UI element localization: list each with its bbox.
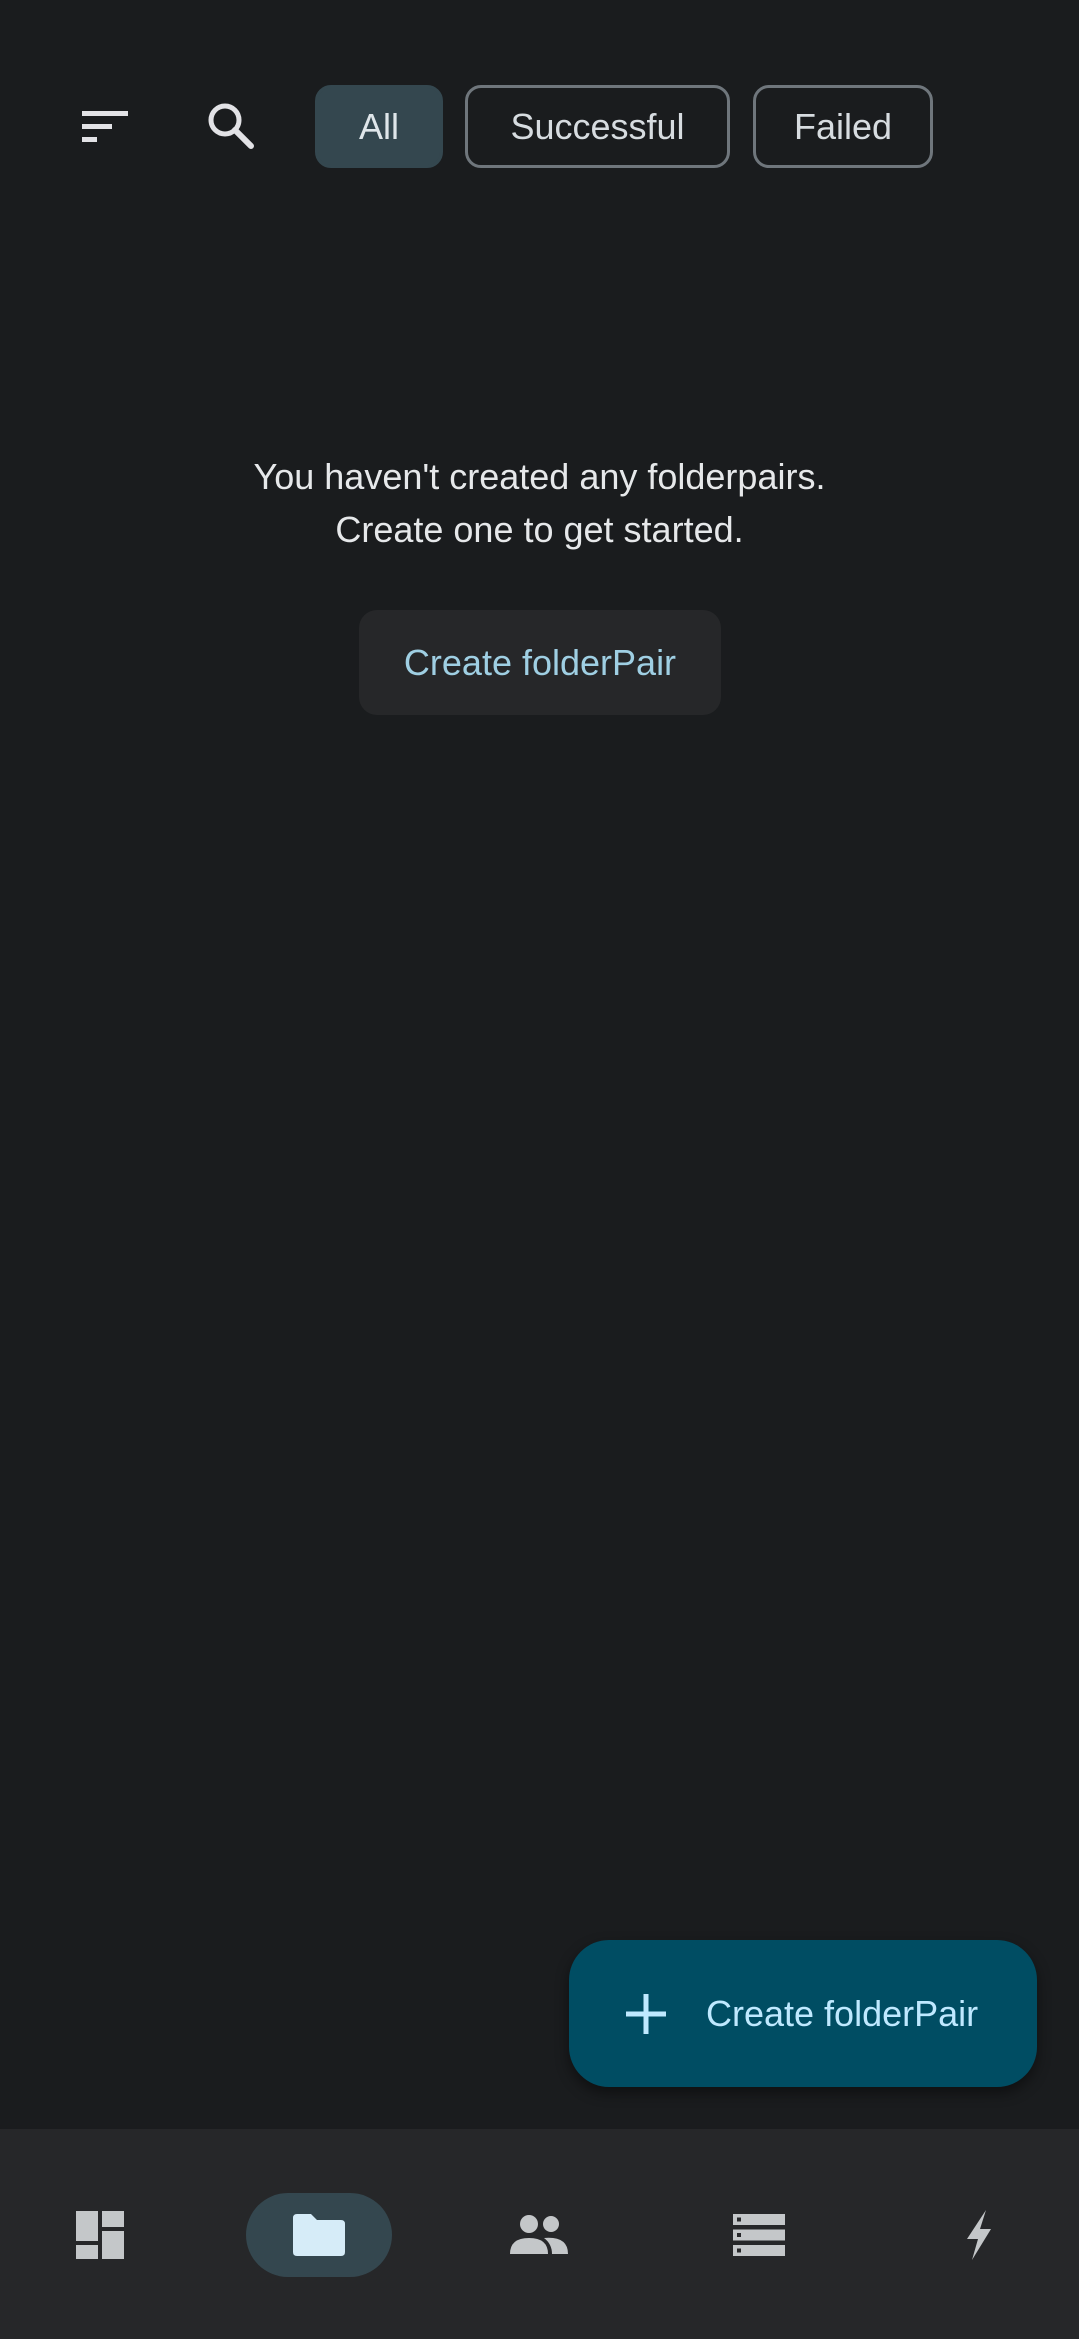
sort-button[interactable] <box>60 82 150 172</box>
nav-item-dashboard[interactable] <box>27 2193 173 2277</box>
sort-icon <box>82 111 128 142</box>
bolt-icon <box>967 2210 991 2260</box>
storage-icon <box>733 2214 785 2256</box>
filter-chip-successful[interactable]: Successful <box>465 85 730 168</box>
dashboard-icon <box>76 2211 124 2259</box>
filter-chip-all[interactable]: All <box>315 85 443 168</box>
create-folderpair-button[interactable]: Create folderPair <box>359 610 721 715</box>
folder-icon <box>293 2214 345 2256</box>
plus-icon <box>621 1989 671 2039</box>
top-toolbar: All Successful Failed <box>0 0 1079 200</box>
bottom-navigation <box>0 2129 1079 2339</box>
search-button[interactable] <box>185 80 275 170</box>
nav-item-sync[interactable] <box>906 2193 1052 2277</box>
search-icon <box>208 103 254 149</box>
screen: All Successful Failed You haven't create… <box>0 0 1079 2339</box>
fab-label: Create folderPair <box>706 1992 979 2034</box>
nav-item-folderpairs[interactable] <box>246 2193 392 2277</box>
nav-item-storage[interactable] <box>686 2193 832 2277</box>
people-icon <box>510 2215 568 2254</box>
nav-item-accounts[interactable] <box>466 2193 612 2277</box>
create-folderpair-fab[interactable]: Create folderPair <box>569 1940 1037 2087</box>
filter-chip-failed[interactable]: Failed <box>753 85 933 168</box>
empty-state-line-2: Create one to get started. <box>335 509 744 550</box>
empty-state-message: You haven't created any folderpairs. Cre… <box>0 450 1079 556</box>
empty-state-line-1: You haven't created any folderpairs. <box>253 456 826 497</box>
